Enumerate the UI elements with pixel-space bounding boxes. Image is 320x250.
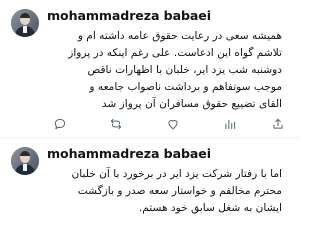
like-icon[interactable] — [165, 116, 181, 132]
tweet-text-line: ایشان به شغل سابق خود هستم. — [138, 202, 282, 214]
username[interactable]: mohammadreza babaei — [47, 146, 211, 161]
avatar[interactable] — [11, 147, 39, 175]
reply-icon[interactable] — [52, 116, 68, 132]
tweet-text: همیشه سعی در رعایت حقوق عامه داشته ام و … — [44, 28, 282, 113]
views-icon[interactable] — [222, 116, 238, 132]
tweet-actions — [52, 116, 283, 132]
tweet-text-line: تلاشم گواه این ادعاست. علی رغم اینکه در … — [68, 47, 282, 59]
tweet-text-line: همیشه سعی در رعایت حقوق عامه داشته ام و — [77, 30, 282, 42]
tweet-text-line: محترم مخالفم و خواستار سعه صدر و بازگشت — [77, 185, 282, 197]
tweet-feed: mohammadreza babaei همیشه سعی در رعایت ح… — [0, 0, 300, 250]
tweet-text-line: موجب سوتفاهم و برداشت ناصواب جامعه و — [89, 81, 282, 93]
tweet-text-line: القای تضییع حقوق مسافران آن پرواز شد — [101, 98, 282, 110]
tweet[interactable]: mohammadreza babaei همیشه سعی در رعایت ح… — [0, 0, 300, 138]
tweet-text: اما با رفتار شرکت یزد ایر در برخورد با آ… — [44, 166, 282, 217]
tweet-text-line: اما با رفتار شرکت یزد ایر در برخورد با آ… — [71, 168, 282, 180]
avatar[interactable] — [11, 9, 39, 37]
retweet-icon[interactable] — [108, 116, 124, 132]
username[interactable]: mohammadreza babaei — [47, 8, 211, 23]
share-icon[interactable] — [270, 116, 286, 132]
tweet-text-line: دوشنبه شب یزد ایر، خلبان با اظهارات ناقص — [87, 64, 282, 76]
tweet[interactable]: mohammadreza babaei اما با رفتار شرکت یز… — [0, 138, 300, 250]
